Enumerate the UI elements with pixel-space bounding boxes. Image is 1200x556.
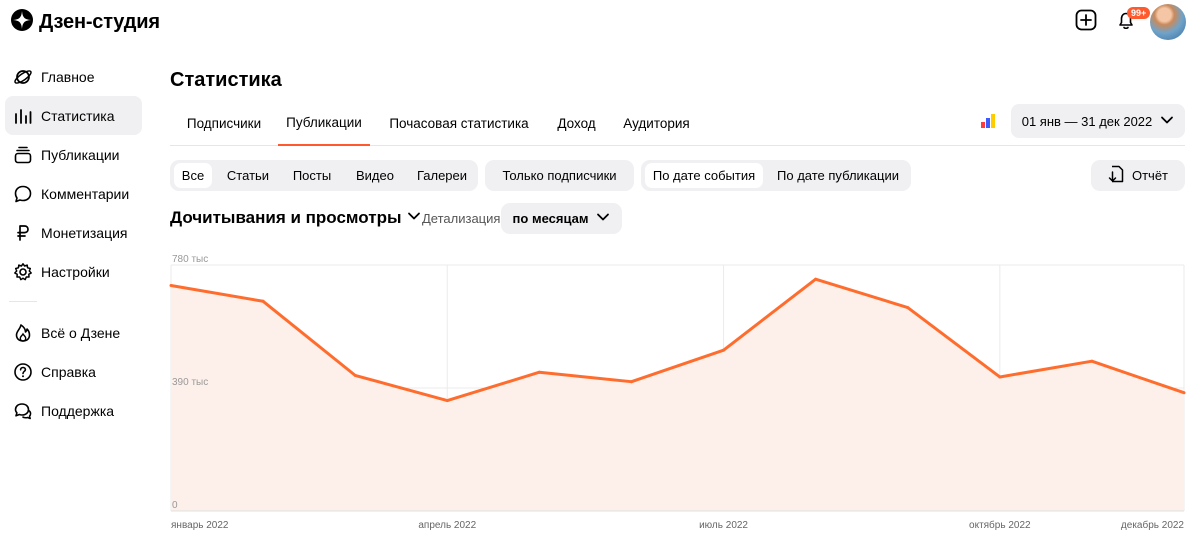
y-tick-label: 390 тыс	[172, 377, 208, 388]
data-point	[353, 373, 357, 377]
data-point	[537, 370, 541, 374]
data-point	[1090, 359, 1094, 363]
x-tick-label: январь 2022	[171, 520, 229, 531]
data-point	[998, 375, 1002, 379]
data-point	[906, 306, 910, 310]
y-tick-label: 780 тыс	[172, 254, 208, 265]
views-area-chart: 780 тыс 390 тыс 0 январь 2022 апрель 2022 июл…	[169, 254, 1186, 531]
data-point	[629, 380, 633, 384]
area-fill	[171, 279, 1184, 511]
data-point	[169, 284, 173, 287]
data-point	[722, 348, 726, 352]
x-tick-label: октябрь 2022	[969, 519, 1031, 531]
y-tick-label: 0	[172, 500, 178, 511]
x-tick-label: декабрь 2022	[1121, 519, 1185, 531]
data-point	[814, 277, 818, 281]
x-tick-label: апрель 2022	[418, 520, 476, 531]
data-point	[445, 399, 449, 403]
x-tick-label: июль 2022	[699, 520, 748, 531]
data-point	[261, 299, 265, 303]
data-point	[1182, 391, 1186, 395]
